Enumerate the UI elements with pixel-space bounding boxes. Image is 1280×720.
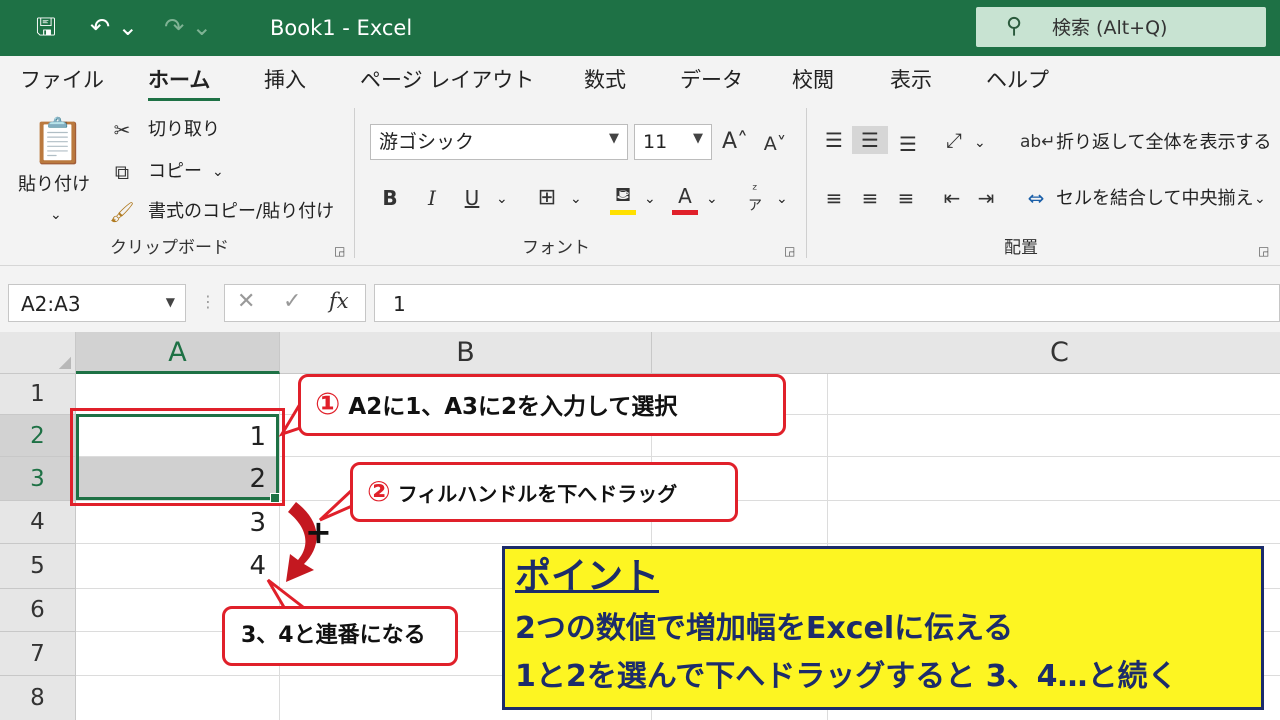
align-top-icon[interactable]: ☰: [818, 126, 850, 154]
search-placeholder: 検索 (Alt+Q): [1052, 17, 1168, 39]
splitter-icon[interactable]: ⋮: [200, 292, 216, 311]
name-box[interactable]: A2:A3 ▼: [8, 284, 186, 322]
undo-icon[interactable]: ↶ ⌄: [86, 10, 142, 44]
dialog-launcher-icon[interactable]: ◲: [1258, 244, 1269, 258]
formula-bar: A2:A3 ▼ ⋮ ✕ ✓ fx 1: [0, 266, 1280, 332]
step2-text: フィルハンドルを下へドラッグ: [397, 482, 678, 506]
align-middle-icon[interactable]: ☰: [852, 126, 888, 154]
tab-help[interactable]: ヘルプ: [986, 64, 1049, 96]
chevron-down-icon: ▼: [165, 295, 175, 309]
window-title: Book1 - Excel: [270, 16, 413, 40]
merge-center-icon[interactable]: ⇔: [1020, 184, 1052, 212]
underline-dropdown-icon[interactable]: ⌄: [496, 186, 508, 212]
tab-insert[interactable]: 挿入: [264, 64, 306, 96]
fill-color-icon[interactable]: ⛾: [608, 180, 638, 208]
tab-review[interactable]: 校閲: [792, 64, 834, 96]
clipboard-group-label: クリップボード: [110, 238, 229, 258]
align-center-icon[interactable]: ≡: [854, 184, 886, 212]
orientation-dropdown-icon[interactable]: ⌄: [974, 130, 986, 156]
chevron-down-icon: ▼: [609, 131, 619, 146]
search-icon: ⚲: [1006, 14, 1023, 39]
font-name-value: 游ゴシック: [379, 131, 475, 153]
orientation-icon[interactable]: ⤢: [938, 126, 970, 154]
point-line-1: 2つの数値で増加幅をExcelに伝える: [515, 611, 1014, 646]
font-size-value: 11: [643, 131, 668, 153]
active-tab-indicator: [148, 98, 220, 101]
save-icon[interactable]: 🖫: [28, 10, 64, 44]
phonetic-guide-icon[interactable]: ᶻア: [742, 182, 768, 214]
merge-dropdown-icon[interactable]: ⌄: [1254, 186, 1266, 212]
callout-result: 3、4と連番になる: [222, 606, 458, 666]
format-painter-icon[interactable]: 🖌: [108, 198, 136, 226]
format-painter-button[interactable]: 書式のコピー/貼り付け: [148, 199, 334, 225]
font-color-swatch: [672, 210, 698, 215]
callout-step2: ② フィルハンドルを下へドラッグ: [350, 462, 738, 522]
borders-icon[interactable]: ⊞: [532, 184, 562, 212]
result-text: 3、4と連番になる: [241, 623, 426, 648]
borders-dropdown-icon[interactable]: ⌄: [570, 186, 582, 212]
cancel-icon[interactable]: ✕: [237, 289, 255, 314]
decrease-indent-icon[interactable]: ⇤: [936, 184, 968, 212]
group-separator: [354, 108, 355, 258]
point-box: ポイント 2つの数値で増加幅をExcelに伝える 1と2を選んで下へドラッグする…: [502, 546, 1264, 710]
font-color-dropdown-icon[interactable]: ⌄: [706, 186, 718, 212]
ribbon-home: 📋 貼り付け ⌄ ✂ 切り取り ⧉ コピー ⌄ 🖌 書式のコピー/貼り付け クリ…: [0, 104, 1280, 266]
group-separator: [806, 108, 807, 258]
fill-cursor-icon: +: [305, 513, 332, 551]
cut-button[interactable]: 切り取り: [148, 117, 220, 143]
increase-indent-icon[interactable]: ⇥: [970, 184, 1002, 212]
alignment-group-label: 配置: [1004, 238, 1038, 258]
callout-step1: ① A2に1、A3に2を入力して選択: [298, 374, 786, 436]
formula-buttons: ✕ ✓ fx: [224, 284, 366, 322]
formula-value: 1: [393, 292, 406, 316]
cut-icon[interactable]: ✂: [108, 116, 136, 144]
step1-number: ①: [315, 387, 341, 422]
copy-button[interactable]: コピー: [148, 159, 202, 185]
dialog-launcher-icon[interactable]: ◲: [784, 244, 795, 258]
redo-icon[interactable]: ↷ ⌄: [160, 10, 216, 44]
copy-icon[interactable]: ⧉: [108, 158, 136, 186]
copy-dropdown-icon[interactable]: ⌄: [212, 159, 224, 185]
paste-label: 貼り付け: [18, 174, 90, 195]
fill-color-swatch: [610, 210, 636, 215]
name-box-value: A2:A3: [21, 292, 81, 316]
title-bar: 🖫 ↶ ⌄ ↷ ⌄ Book1 - Excel ⚲ 検索 (Alt+Q): [0, 0, 1280, 56]
fill-color-dropdown-icon[interactable]: ⌄: [644, 186, 656, 212]
point-title: ポイント: [515, 556, 660, 597]
ribbon-tabs: ファイル ホーム 挿入 ページ レイアウト 数式 データ 校閲 表示 ヘルプ: [0, 56, 1280, 104]
align-left-icon[interactable]: ≡: [818, 184, 850, 212]
font-group-label: フォント: [522, 238, 590, 258]
tab-formulas[interactable]: 数式: [584, 64, 626, 96]
merge-center-button[interactable]: セルを結合して中央揃え: [1056, 186, 1253, 212]
bold-button[interactable]: B: [376, 184, 404, 212]
formula-input[interactable]: 1: [374, 284, 1280, 322]
phonetic-dropdown-icon[interactable]: ⌄: [776, 186, 788, 212]
font-size-dropdown[interactable]: 11 ▼: [634, 124, 712, 160]
increase-font-icon[interactable]: A˄: [720, 128, 750, 156]
underline-button[interactable]: U: [458, 184, 486, 212]
search-box[interactable]: ⚲ 検索 (Alt+Q): [976, 7, 1266, 47]
align-bottom-icon[interactable]: ☰: [892, 130, 924, 158]
chevron-down-icon: ▼: [693, 131, 703, 146]
tab-page-layout[interactable]: ページ レイアウト: [360, 64, 534, 96]
step1-text: A2に1、A3に2を入力して選択: [348, 394, 678, 420]
tab-file[interactable]: ファイル: [20, 64, 104, 96]
step2-number: ②: [367, 475, 391, 508]
font-name-dropdown[interactable]: 游ゴシック ▼: [370, 124, 628, 160]
tab-home[interactable]: ホーム: [148, 64, 210, 96]
paste-icon: 📋: [30, 116, 86, 167]
dialog-launcher-icon[interactable]: ◲: [334, 244, 345, 258]
font-color-button[interactable]: A: [672, 182, 698, 210]
wrap-text-icon[interactable]: ab↵: [1020, 128, 1055, 156]
paste-dropdown-icon: ⌄: [50, 207, 62, 223]
align-right-icon[interactable]: ≡: [890, 184, 922, 212]
point-line-2: 1と2を選んで下へドラッグすると 3、4…と続く: [515, 659, 1178, 694]
decrease-font-icon[interactable]: A˅: [760, 130, 790, 158]
italic-button[interactable]: I: [418, 184, 446, 212]
tab-view[interactable]: 表示: [890, 64, 932, 96]
insert-function-button[interactable]: fx: [329, 289, 349, 313]
wrap-text-button[interactable]: 折り返して全体を表示する: [1056, 130, 1271, 156]
tab-data[interactable]: データ: [680, 64, 743, 96]
enter-icon[interactable]: ✓: [283, 289, 301, 314]
